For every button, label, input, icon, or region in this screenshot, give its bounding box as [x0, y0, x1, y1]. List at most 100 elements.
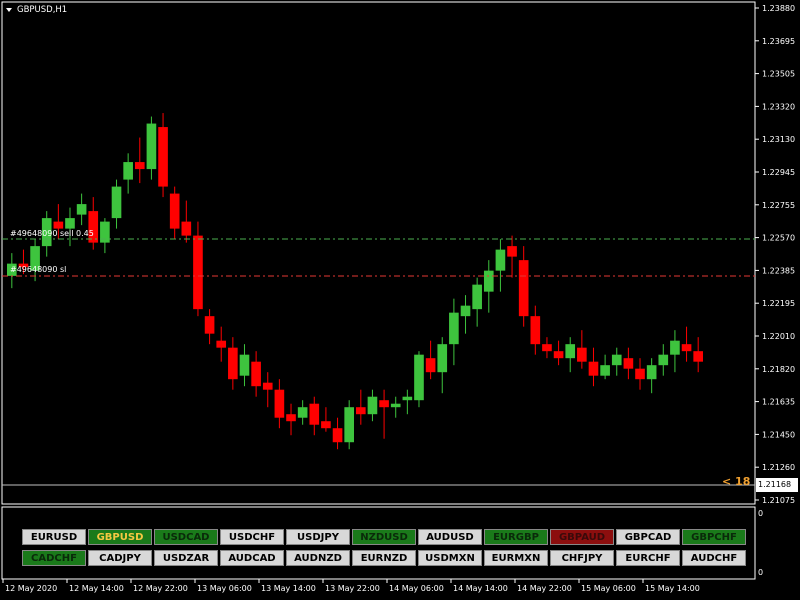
candle [123, 153, 133, 194]
candle [216, 326, 227, 362]
candle [193, 221, 203, 317]
time-label: 13 May 22:00 [325, 584, 380, 593]
time-label: 13 May 14:00 [261, 584, 316, 593]
candle [495, 239, 506, 292]
symbol-button-audcad[interactable]: AUDCAD [220, 550, 284, 566]
candle [635, 358, 645, 390]
candle [553, 340, 564, 366]
symbol-button-gbpaud[interactable]: GBPAUD [550, 529, 614, 545]
symbol-button-chfjpy[interactable]: CHFJPY [550, 550, 614, 566]
price-label: 1.22755 [762, 201, 795, 210]
price-label: 1.21820 [762, 365, 795, 374]
symbol-button-audnzd[interactable]: AUDNZD [286, 550, 350, 566]
price-label: 1.22010 [762, 332, 795, 341]
candle [693, 337, 703, 373]
symbol-button-cadjpy[interactable]: CADJPY [88, 550, 152, 566]
symbol-button-eurnzd[interactable]: EURNZD [352, 550, 416, 566]
chart-menu-icon[interactable] [6, 8, 12, 12]
price-label: 1.23320 [762, 102, 795, 111]
price-label: 1.22385 [762, 266, 795, 275]
order-label-sell: #49648090 sell 0.45 [10, 229, 94, 238]
candle [600, 354, 610, 380]
time-label: 14 May 06:00 [389, 584, 444, 593]
candle [414, 351, 424, 408]
candle [88, 197, 99, 250]
candle [530, 305, 541, 355]
subwindow-axis-bottom: 0 [758, 568, 764, 577]
candle [228, 337, 238, 390]
symbol-button-nzdusd[interactable]: NZDUSD [352, 529, 416, 545]
candle [507, 235, 517, 278]
candle [449, 298, 459, 366]
candle [262, 372, 273, 408]
time-axis: 12 May 2020 12 May 14:00 12 May 22:00 13 Ma… [2, 579, 700, 593]
candle [390, 396, 401, 418]
candles-layer [7, 113, 703, 450]
current-price-value: 1.21168 [758, 480, 792, 489]
candle [460, 295, 471, 334]
price-label: 1.23505 [762, 70, 795, 79]
candle [623, 347, 634, 380]
symbol-button-usdzar[interactable]: USDZAR [154, 550, 218, 566]
candle [297, 400, 308, 425]
symbol-button-eurgbp[interactable]: EURGBP [484, 529, 548, 545]
order-label-sl: #49648090 sl [10, 265, 67, 274]
candle [274, 379, 285, 429]
candle [646, 358, 657, 394]
candle [321, 407, 331, 432]
symbol-button-gbpcad[interactable]: GBPCAD [616, 529, 680, 545]
symbol-button-usdchf[interactable]: USDCHF [220, 529, 284, 545]
price-label: 1.21635 [762, 398, 795, 407]
price-label: 1.21075 [762, 496, 795, 505]
symbol-button-usdcad[interactable]: USDCAD [154, 529, 218, 545]
candle [670, 330, 680, 373]
candle [518, 246, 529, 327]
candle [146, 116, 157, 180]
time-label: 15 May 14:00 [645, 584, 700, 593]
candle [379, 389, 389, 439]
price-label: 1.23130 [762, 135, 795, 144]
candle [611, 347, 622, 376]
symbol-button-gbpchf[interactable]: GBPCHF [682, 529, 746, 545]
candle [344, 400, 354, 450]
price-label: 1.21450 [762, 430, 795, 439]
candle [356, 389, 366, 425]
time-label: 15 May 06:00 [581, 584, 636, 593]
time-label: 14 May 14:00 [453, 584, 508, 593]
symbol-button-usdmxn[interactable]: USDMXN [418, 550, 482, 566]
candle [134, 137, 145, 184]
candle [367, 389, 378, 422]
symbol-button-usdjpy[interactable]: USDJPY [286, 529, 350, 545]
candle [204, 309, 215, 345]
candle [158, 113, 168, 198]
symbol-button-eurusd[interactable]: EURUSD [22, 529, 86, 545]
candle [30, 239, 40, 282]
candle [402, 389, 413, 415]
symbol-button-eurmxn[interactable]: EURMXN [484, 550, 548, 566]
symbol-button-gbpusd[interactable]: GBPUSD [88, 529, 152, 545]
time-label: 12 May 14:00 [69, 584, 124, 593]
candle [542, 337, 552, 359]
symbol-button-audchf[interactable]: AUDCHF [682, 550, 746, 566]
candle [65, 207, 75, 247]
candle [681, 326, 692, 362]
candle [251, 351, 261, 397]
candle [76, 193, 87, 226]
candle [472, 277, 482, 327]
candle [181, 200, 192, 243]
symbol-title: GBPUSD,H1 [17, 5, 68, 15]
symbol-button-audusd[interactable]: AUDUSD [418, 529, 482, 545]
symbol-button-cadchf[interactable]: CADCHF [22, 550, 86, 566]
candle [658, 344, 669, 376]
subwindow-axis-top: 0 [758, 509, 764, 518]
price-label: 1.23880 [762, 4, 795, 13]
tick-counter: < 18 [722, 475, 751, 488]
chart-frame [1, 1, 756, 505]
candle [111, 179, 122, 229]
candle [309, 396, 320, 436]
candle [577, 330, 587, 369]
candle [100, 218, 110, 254]
candle [588, 347, 599, 387]
symbol-button-eurchf[interactable]: EURCHF [616, 550, 680, 566]
price-chart[interactable]: 1.23880 1.23695 1.23505 1.23320 1.23130 1.229… [0, 0, 800, 600]
